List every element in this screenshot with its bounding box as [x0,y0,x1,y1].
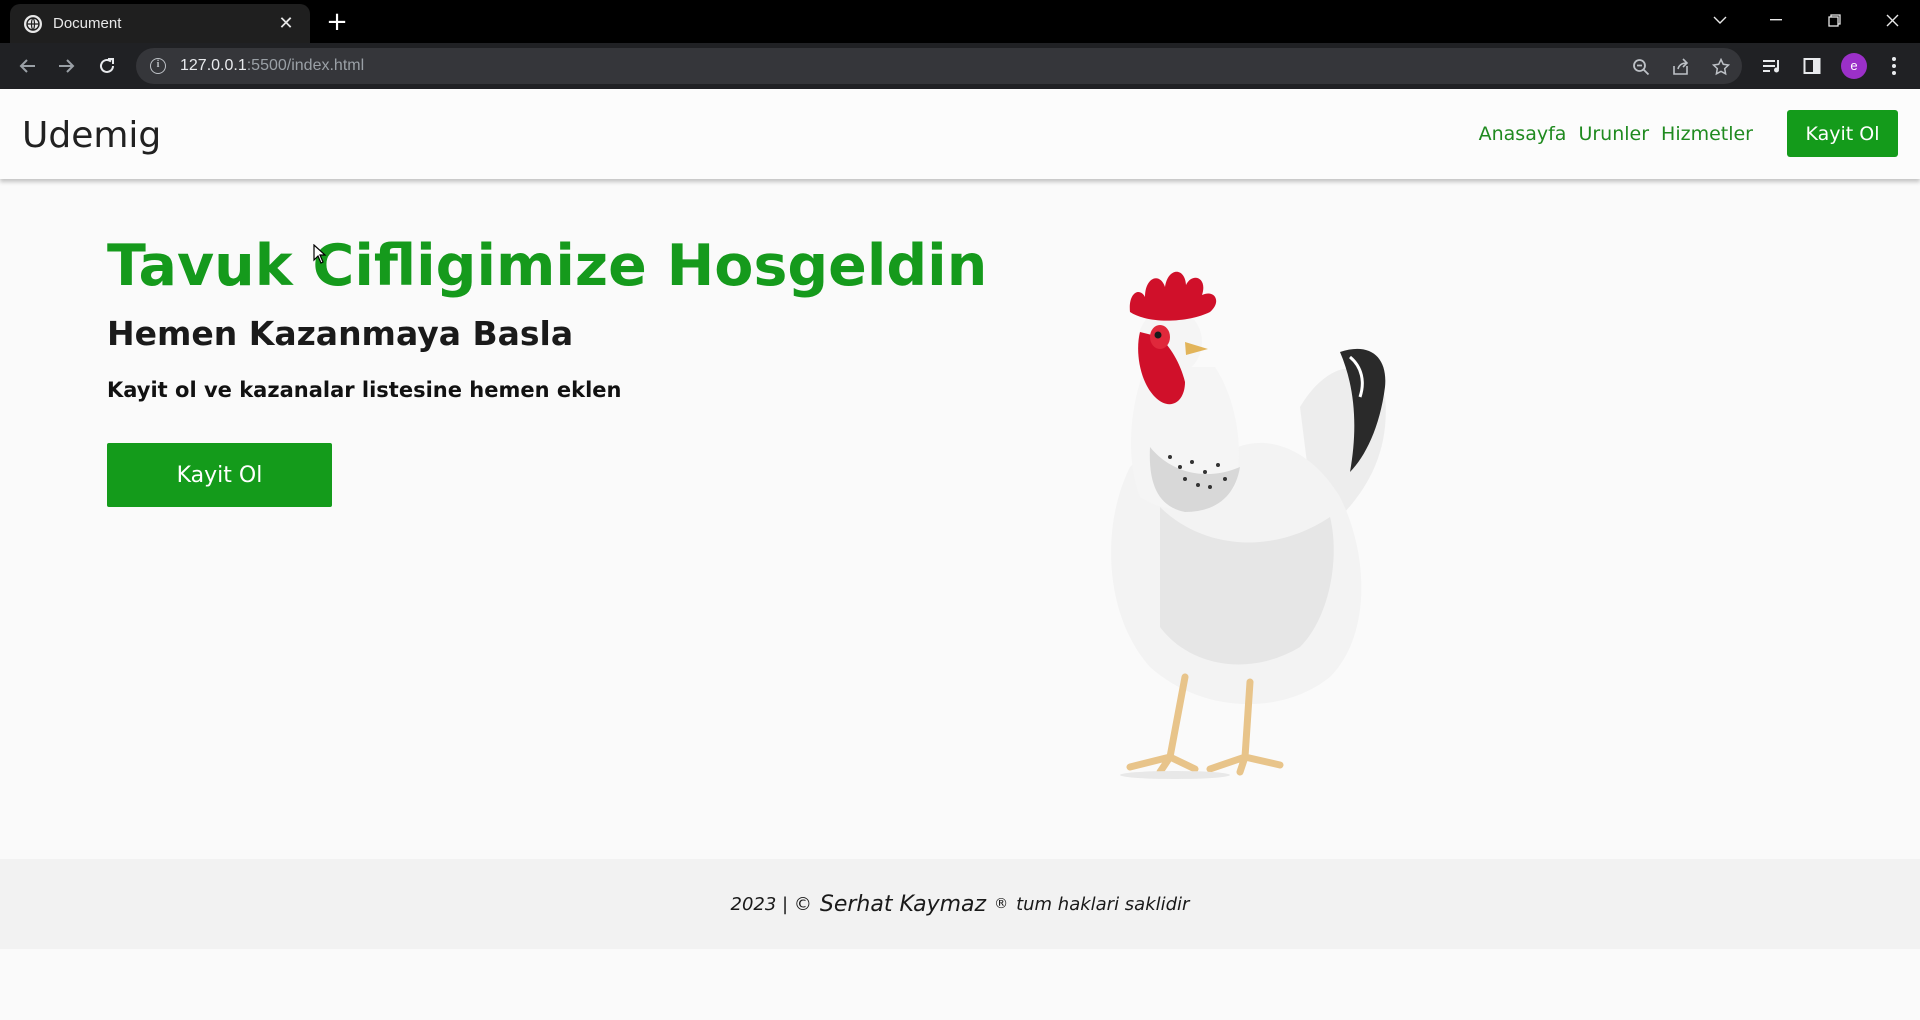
url-host: 127.0.0.1 [180,57,247,74]
browser-toolbar: i 127.0.0.1:5500/index.html e [0,43,1920,89]
nav-link-urunler[interactable]: Urunler [1578,123,1649,145]
restore-icon[interactable] [1806,0,1862,40]
hero-description: Kayit ol ve kazanalar listesine hemen ek… [107,378,622,402]
back-icon[interactable] [10,49,44,83]
brand-logo[interactable]: Udemig [22,115,161,156]
tab-search-icon[interactable] [1692,0,1748,40]
tab-title: Document [53,15,122,32]
menu-kebab-icon[interactable] [1882,54,1906,78]
minimize-icon[interactable] [1748,0,1804,40]
close-window-icon[interactable] [1864,0,1920,40]
hero-signup-button[interactable]: Kayit Ol [107,443,332,507]
site-info-icon[interactable]: i [150,58,166,74]
new-tab-button[interactable]: + [322,8,352,38]
zoom-icon[interactable] [1630,56,1652,78]
site-footer: 2023 | © Serhat Kaymaz ® tum haklari sak… [0,859,1920,949]
site-navbar: Udemig Anasayfa Urunler Hizmetler Kayit … [0,89,1920,179]
profile-avatar[interactable]: e [1841,53,1867,79]
media-control-icon[interactable] [1760,54,1784,78]
forward-icon[interactable] [50,49,84,83]
nav-signup-button[interactable]: Kayit Ol [1787,110,1898,157]
side-panel-icon[interactable] [1800,54,1824,78]
chicken-image [1111,271,1386,779]
nav-link-anasayfa[interactable]: Anasayfa [1479,123,1567,145]
footer-rights: tum haklari saklidir [1016,893,1190,915]
browser-tabstrip: Document ✕ + [0,0,1920,43]
footer-registered-mark: ® [994,896,1009,912]
footer-year: 2023 | © [730,893,812,915]
nav-links: Anasayfa Urunler Hizmetler [1479,123,1753,145]
hero-subtitle: Hemen Kazanmaya Basla [107,314,574,353]
browser-tab[interactable]: Document ✕ [10,4,310,43]
mouse-cursor-icon [313,244,327,264]
nav-link-hizmetler[interactable]: Hizmetler [1661,123,1753,145]
bookmark-star-icon[interactable] [1710,56,1732,78]
address-bar[interactable]: i 127.0.0.1:5500/index.html [136,48,1742,84]
hero-title: Tavuk Cifligimize Hosgeldin [107,233,988,299]
footer-author: Serhat Kaymaz [819,891,987,917]
globe-icon [24,14,42,33]
page-viewport: Udemig Anasayfa Urunler Hizmetler Kayit … [0,89,1920,1020]
close-tab-icon[interactable]: ✕ [276,13,296,34]
share-icon[interactable] [1670,56,1692,78]
reload-icon[interactable] [90,49,124,83]
url-path: :5500/index.html [246,57,365,74]
